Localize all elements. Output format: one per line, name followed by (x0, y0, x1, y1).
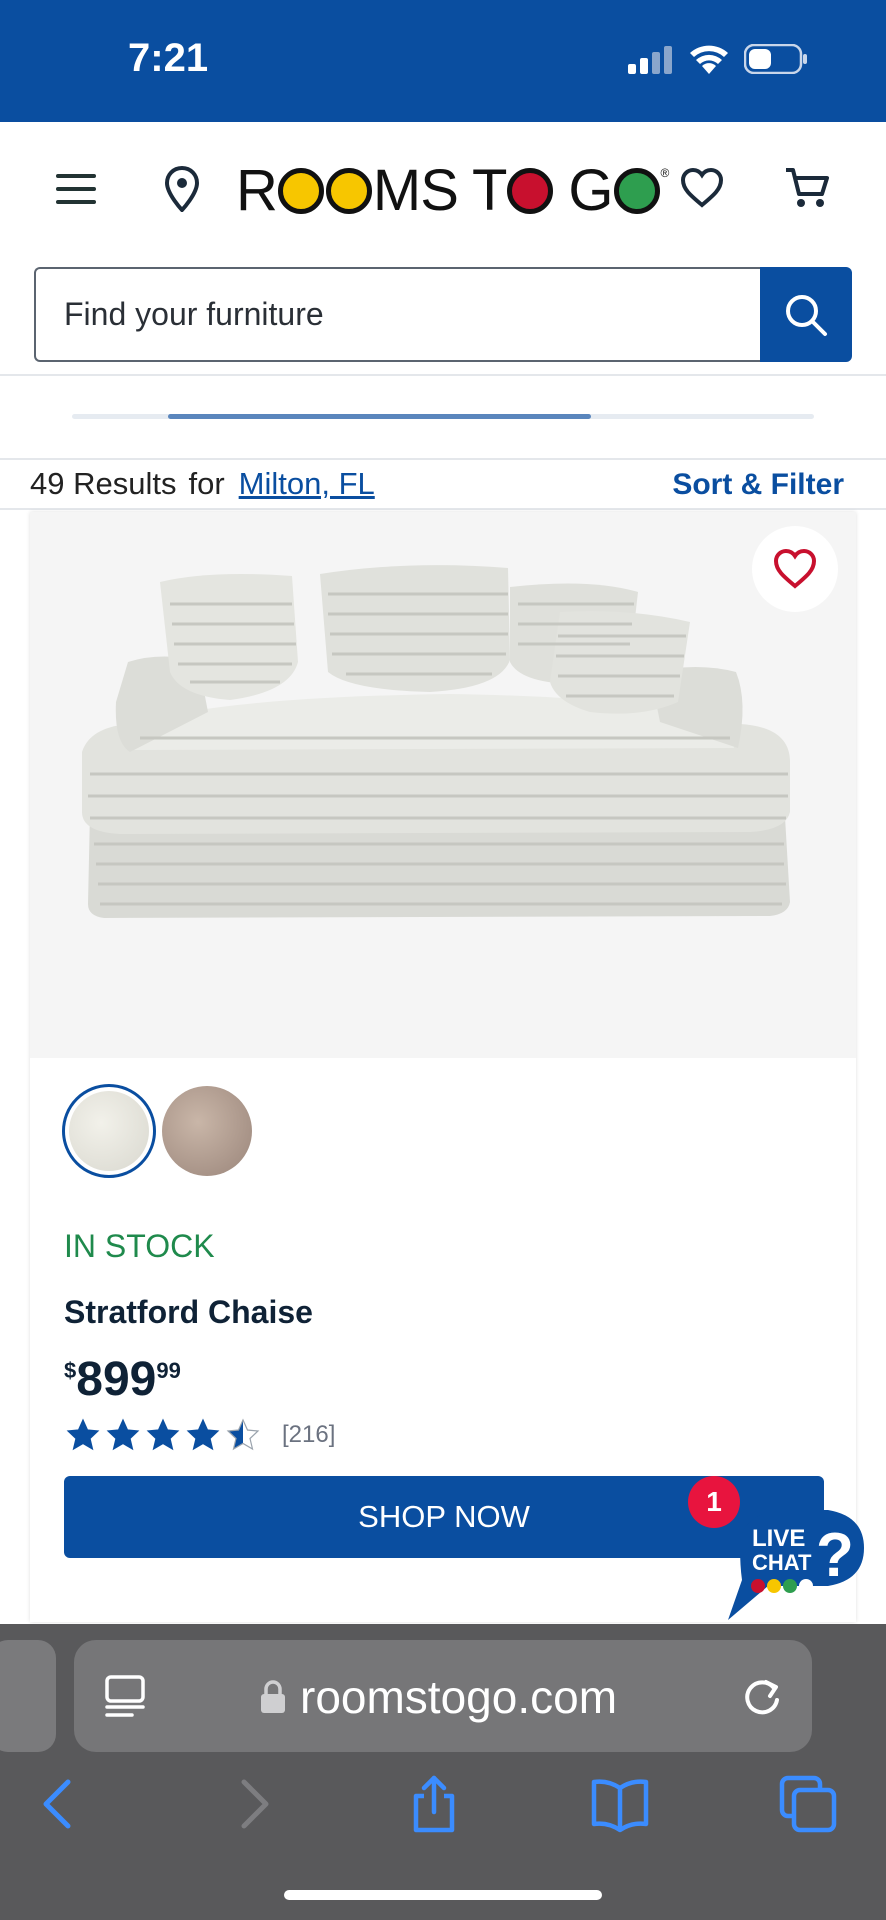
search-input[interactable] (34, 267, 760, 362)
menu-icon[interactable] (56, 174, 96, 208)
star-icon (106, 1418, 140, 1451)
price-dollars: 899 (76, 1353, 157, 1406)
reload-icon[interactable] (740, 1674, 784, 1718)
search-bar (34, 267, 852, 362)
site-header: R MS T G ® (0, 122, 886, 376)
sort-filter-button[interactable]: Sort & Filter (672, 468, 844, 502)
address-bar[interactable]: roomstogo.com (74, 1640, 812, 1752)
star-icon (146, 1418, 180, 1451)
live-chat-mark: ? (816, 1521, 854, 1590)
status-time: 7:21 (128, 36, 209, 80)
rooms-to-go-logo[interactable]: R MS T G ® (236, 158, 670, 223)
review-count: [216] (282, 1421, 336, 1448)
logo-text-ms-t: MS T (372, 157, 507, 223)
tabs-icon[interactable] (778, 1774, 838, 1834)
carousel-scroll-thumb[interactable] (168, 414, 592, 419)
live-chat-line1: LIVE (752, 1525, 805, 1552)
star-icon (186, 1418, 220, 1451)
back-icon[interactable] (30, 1774, 90, 1834)
heart-icon (773, 549, 817, 589)
live-chat-line2: CHAT (752, 1550, 812, 1575)
reader-mode-icon[interactable] (104, 1674, 146, 1718)
add-to-favorites-button[interactable] (752, 526, 838, 612)
favorites-heart-icon[interactable] (680, 168, 724, 208)
logo-red-dot (507, 168, 554, 214)
bookmarks-icon[interactable] (590, 1774, 650, 1834)
live-chat-icon[interactable]: LIVE CHAT ? (718, 1476, 868, 1624)
carousel-scroll-track[interactable] (72, 414, 814, 419)
wifi-icon (690, 45, 728, 74)
battery-icon (744, 44, 807, 74)
forward-icon[interactable] (222, 1774, 282, 1834)
location-pin-icon[interactable] (164, 166, 200, 212)
chat-notification-badge[interactable]: 1 (688, 1476, 740, 1528)
star-rating[interactable]: [216] (66, 1418, 335, 1452)
color-swatch-cream[interactable] (62, 1084, 156, 1178)
product-image[interactable] (30, 512, 856, 1058)
color-swatch-taupe[interactable] (162, 1086, 252, 1176)
price-cents: 99 (156, 1358, 181, 1383)
stock-status: IN STOCK (64, 1228, 215, 1264)
logo-yellow-dot (325, 168, 372, 214)
logo-text-g: G (568, 157, 613, 223)
results-summary: 49 Results for Milton, FL (30, 466, 375, 502)
url-display[interactable]: roomstogo.com (260, 1670, 617, 1724)
star-icon (66, 1418, 100, 1451)
stars (66, 1418, 266, 1452)
signal-icon (628, 46, 672, 74)
product-price: $89999 (64, 1352, 181, 1407)
browser-toolbar: roomstogo.com (0, 1624, 886, 1920)
status-bar: 7:21 (0, 0, 886, 122)
logo-green-dot (613, 168, 660, 214)
cart-icon[interactable] (784, 166, 830, 210)
location-link[interactable]: Milton, FL (239, 466, 375, 501)
price-currency: $ (64, 1358, 77, 1383)
logo-trademark: ® (660, 166, 670, 180)
chaise-illustration (82, 565, 790, 918)
product-name[interactable]: Stratford Chaise (64, 1294, 313, 1331)
url-text: roomstogo.com (300, 1671, 618, 1723)
previous-tab-peek[interactable] (0, 1640, 56, 1752)
logo-yellow-dot (277, 168, 324, 214)
share-icon[interactable] (404, 1774, 464, 1834)
lock-icon (261, 1680, 285, 1713)
results-bar: 49 Results for Milton, FL Sort & Filter (0, 458, 886, 510)
home-indicator (284, 1890, 602, 1900)
results-for: for (188, 466, 225, 501)
star-icon (226, 1418, 260, 1451)
search-icon (786, 294, 827, 336)
results-count: 49 Results (30, 466, 177, 501)
search-button[interactable] (760, 267, 852, 362)
product-card[interactable]: IN STOCK Stratford Chaise $89999 [216] S… (30, 512, 856, 1622)
logo-text-r: R (236, 157, 278, 223)
